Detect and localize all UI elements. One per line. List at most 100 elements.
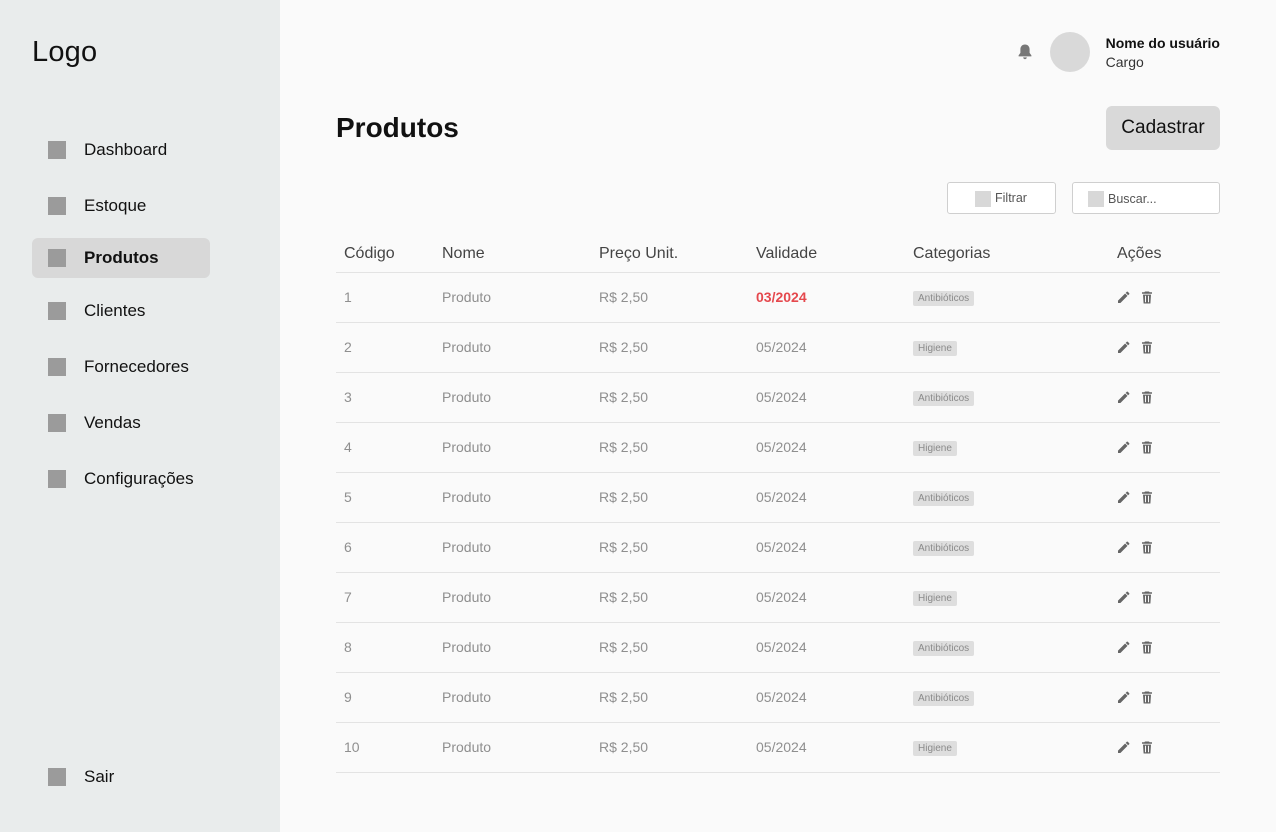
product-price: R$ 2,50 xyxy=(591,322,748,373)
sidebar-item-label: Configurações xyxy=(84,469,194,488)
product-price: R$ 2,50 xyxy=(591,372,748,423)
product-code: 7 xyxy=(336,572,434,623)
filter-button[interactable]: Filtrar xyxy=(947,182,1056,214)
product-expiry: 05/2024 xyxy=(748,672,905,723)
pencil-icon[interactable] xyxy=(1117,291,1130,304)
category-tag: Antibióticos xyxy=(913,491,975,506)
sidebar-item-sair[interactable]: Sair xyxy=(32,757,210,797)
actions-cell xyxy=(1109,322,1220,373)
search-box xyxy=(1072,182,1220,214)
product-code: 4 xyxy=(336,422,434,473)
sidebar-item-clientes[interactable]: Clientes xyxy=(32,291,210,331)
product-expiry: 05/2024 xyxy=(748,622,905,673)
trash-icon[interactable] xyxy=(1140,341,1153,354)
sidebar-item-configuracoes[interactable]: Configurações xyxy=(32,459,210,499)
row-actions xyxy=(1117,691,1220,704)
category-tag: Higiene xyxy=(913,741,957,756)
sidebar-item-dashboard[interactable]: Dashboard xyxy=(32,130,210,170)
product-expiry: 05/2024 xyxy=(748,522,905,573)
trash-icon[interactable] xyxy=(1140,391,1153,404)
search-icon xyxy=(1088,191,1104,207)
product-name: Produto xyxy=(434,522,591,573)
pencil-icon[interactable] xyxy=(1117,541,1130,554)
sidebar-item-vendas[interactable]: Vendas xyxy=(32,403,210,443)
actions-cell xyxy=(1109,422,1220,473)
product-code: 9 xyxy=(336,672,434,723)
actions-cell xyxy=(1109,522,1220,573)
pencil-icon[interactable] xyxy=(1117,691,1130,704)
product-code: 6 xyxy=(336,522,434,573)
row-actions xyxy=(1117,491,1220,504)
product-name: Produto xyxy=(434,422,591,473)
actions-cell xyxy=(1109,272,1220,323)
product-name: Produto xyxy=(434,472,591,523)
column-header[interactable]: Validade xyxy=(748,236,905,273)
table-row[interactable]: 4 Produto R$ 2,50 05/2024 Higiene xyxy=(336,422,1220,473)
table-row[interactable]: 5 Produto R$ 2,50 05/2024 Antibióticos xyxy=(336,472,1220,523)
table-row[interactable]: 3 Produto R$ 2,50 05/2024 Antibióticos xyxy=(336,372,1220,423)
actions-cell xyxy=(1109,722,1220,773)
table-row[interactable]: 9 Produto R$ 2,50 05/2024 Antibióticos xyxy=(336,672,1220,723)
user-header: Nome do usuário Cargo xyxy=(1016,32,1220,72)
row-actions xyxy=(1117,391,1220,404)
table-row[interactable]: 6 Produto R$ 2,50 05/2024 Antibióticos xyxy=(336,522,1220,573)
category-cell: Higiene xyxy=(905,322,1109,373)
sidebar-item-label: Clientes xyxy=(84,301,146,320)
table-row[interactable]: 2 Produto R$ 2,50 05/2024 Higiene xyxy=(336,322,1220,373)
trash-icon[interactable] xyxy=(1140,541,1153,554)
row-actions xyxy=(1117,541,1220,554)
filter-icon xyxy=(975,191,991,207)
column-header[interactable]: Categorias xyxy=(905,236,1109,273)
pencil-icon[interactable] xyxy=(1117,591,1130,604)
pencil-icon[interactable] xyxy=(1117,391,1130,404)
sidebar-item-label: Vendas xyxy=(84,413,141,432)
trash-icon[interactable] xyxy=(1140,691,1153,704)
sidebar-item-label: Dashboard xyxy=(84,140,168,159)
row-actions xyxy=(1117,591,1220,604)
table-row[interactable]: 1 Produto R$ 2,50 03/2024 Antibióticos xyxy=(336,272,1220,323)
pencil-icon[interactable] xyxy=(1117,441,1130,454)
column-header[interactable]: Nome xyxy=(434,236,591,273)
product-expiry: 05/2024 xyxy=(748,422,905,473)
user-info: Nome do usuário Cargo xyxy=(1106,35,1220,70)
column-header[interactable]: Preço Unit. xyxy=(591,236,748,273)
category-cell: Higiene xyxy=(905,572,1109,623)
category-tag: Antibióticos xyxy=(913,641,975,656)
product-name: Produto xyxy=(434,722,591,773)
category-cell: Antibióticos xyxy=(905,672,1109,723)
category-tag: Antibióticos xyxy=(913,541,975,556)
category-tag: Higiene xyxy=(913,341,957,356)
pencil-icon[interactable] xyxy=(1117,341,1130,354)
sidebar-item-fornecedores[interactable]: Fornecedores xyxy=(32,347,210,387)
product-expiry: 05/2024 xyxy=(748,322,905,373)
trash-icon[interactable] xyxy=(1140,591,1153,604)
sidebar-item-produtos[interactable]: Produtos xyxy=(32,238,210,278)
pencil-icon[interactable] xyxy=(1117,741,1130,754)
category-cell: Higiene xyxy=(905,422,1109,473)
avatar[interactable] xyxy=(1049,32,1090,72)
product-expiry: 05/2024 xyxy=(748,722,905,773)
trash-icon[interactable] xyxy=(1140,641,1153,654)
pencil-icon[interactable] xyxy=(1117,641,1130,654)
table-row[interactable]: 7 Produto R$ 2,50 05/2024 Higiene xyxy=(336,572,1220,623)
trash-icon[interactable] xyxy=(1140,291,1153,304)
trash-icon[interactable] xyxy=(1140,441,1153,454)
actions-cell xyxy=(1109,672,1220,723)
cadastrar-button[interactable]: Cadastrar xyxy=(1106,106,1220,150)
category-cell: Antibióticos xyxy=(905,472,1109,523)
bell-icon[interactable] xyxy=(1016,43,1034,61)
pencil-icon[interactable] xyxy=(1117,491,1130,504)
sidebar-item-label: Produtos xyxy=(84,248,159,267)
column-header[interactable]: Código xyxy=(336,236,434,273)
trash-icon[interactable] xyxy=(1140,741,1153,754)
page-title: Produtos xyxy=(336,112,459,143)
row-actions xyxy=(1117,441,1220,454)
trash-icon[interactable] xyxy=(1140,491,1153,504)
table-row[interactable]: 8 Produto R$ 2,50 05/2024 Antibióticos xyxy=(336,622,1220,673)
dashboard-icon xyxy=(48,141,66,159)
table-row[interactable]: 10 Produto R$ 2,50 05/2024 Higiene xyxy=(336,722,1220,773)
sidebar-item-estoque[interactable]: Estoque xyxy=(32,186,210,226)
clientes-icon xyxy=(48,302,66,320)
search-input[interactable] xyxy=(1108,189,1213,209)
category-tag: Antibióticos xyxy=(913,691,975,706)
